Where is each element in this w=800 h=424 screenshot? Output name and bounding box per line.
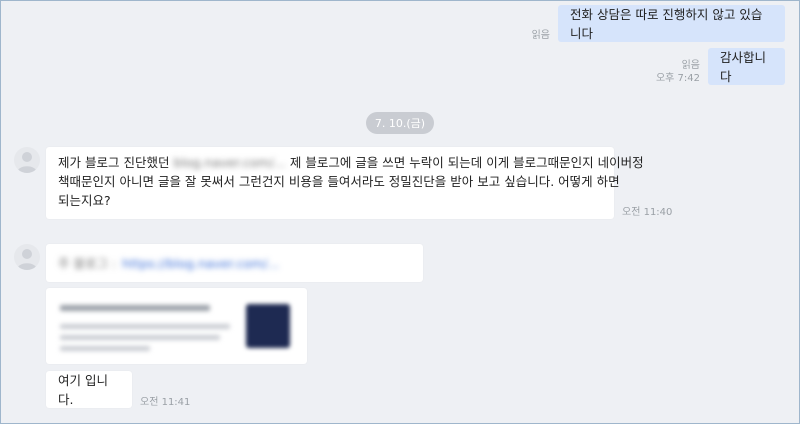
incoming-message: 제가 블로그 진단했던 blog.naver.com/... 제 블로그에 글을…: [46, 147, 644, 219]
preview-title: [60, 305, 210, 311]
incoming-message: 여기 입니다.: [46, 371, 132, 408]
message-time: 오후 7:42: [655, 73, 700, 84]
preview-description: [60, 324, 230, 329]
avatar: [14, 244, 40, 270]
read-receipt: 읽음: [531, 30, 550, 41]
user-icon: [17, 249, 37, 270]
link-prefix: 주 블로그 :: [58, 255, 117, 271]
message-time: 오전 11:40: [622, 207, 673, 218]
preview-description: [60, 335, 220, 340]
avatar: [14, 147, 40, 173]
message-text: 제가 블로그 진단했던: [58, 155, 170, 170]
redacted-text: blog.naver.com/...: [173, 155, 286, 170]
message-line: 제가 블로그 진단했던 blog.naver.com/... 제 블로그에 글을…: [58, 153, 644, 172]
message-text: 여기 입니다.: [58, 372, 108, 407]
message-time: 오전 11:41: [140, 397, 191, 408]
preview-description: [60, 346, 150, 351]
user-icon: [17, 152, 37, 173]
message-line: 되는지요?: [58, 193, 111, 208]
outgoing-message: 전화 상담은 따로 진행하지 않고 있습니다: [558, 5, 785, 42]
link-url[interactable]: https://blog.naver.com/...: [122, 254, 279, 273]
link-preview-card[interactable]: [46, 288, 307, 364]
preview-thumbnail: [246, 304, 290, 348]
message-text: 전화 상담은 따로 진행하지 않고 있습니다: [570, 6, 763, 41]
message-line: 책때문인지 아니면 글을 잘 못써서 그런건지 비용을 들여서라도 정밀진단을 …: [58, 174, 620, 189]
read-receipt: 읽음: [681, 60, 700, 71]
link-message[interactable]: 주 블로그 : https://blog.naver.com/...: [46, 244, 423, 282]
message-text: 감사합니다: [720, 49, 767, 84]
message-text: 제 블로그에 글을 쓰면 누락이 되는데 이게 블로그때문인지 네이버정: [289, 155, 644, 170]
outgoing-message: 감사합니다: [708, 48, 785, 85]
date-divider: 7. 10.(금): [366, 112, 434, 134]
